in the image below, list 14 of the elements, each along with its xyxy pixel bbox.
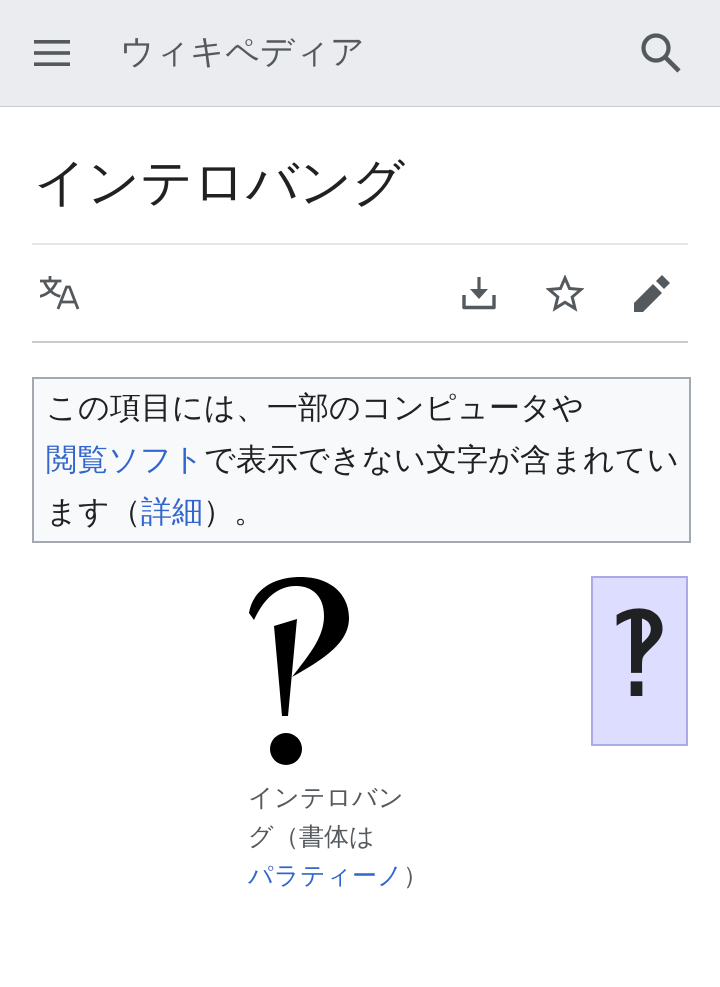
notice-text: この項目には、一部のコンピュータや 閲覧ソフト で表示できない文字が含まれています（詳細）。 [46, 389, 679, 532]
pencil-icon[interactable] [634, 274, 670, 312]
menu-icon[interactable] [34, 40, 70, 66]
text-link[interactable]: 詳細 [141, 494, 203, 530]
interrobang-glyph: ‽ [608, 596, 671, 714]
star-icon[interactable] [546, 274, 584, 312]
image-caption: インテロバング（書体は パラティーノ） [248, 782, 428, 892]
site-title[interactable]: ウィキペディア [120, 32, 365, 74]
page-title: インテロバング [34, 152, 406, 215]
caption-link[interactable]: パラティーノ [248, 861, 403, 890]
search-icon[interactable] [641, 33, 681, 73]
download-icon[interactable] [462, 276, 496, 310]
text-link[interactable]: 閲覧ソフト [46, 442, 204, 478]
language-icon[interactable] [40, 276, 80, 310]
